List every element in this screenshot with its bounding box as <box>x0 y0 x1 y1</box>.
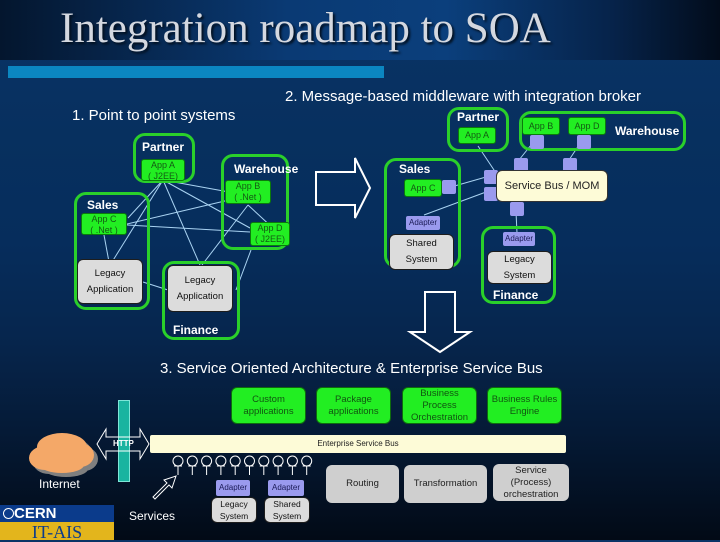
services-label: Services <box>129 509 176 523</box>
cern-logo-text: CERN <box>14 505 57 522</box>
cern-logo: CERN <box>0 505 114 522</box>
shared-line2: System <box>272 511 302 521</box>
shared-system-3[interactable]: Shared System <box>264 497 310 523</box>
service-process-orchestration-box[interactable]: Service (Process) orchestration <box>493 464 569 501</box>
routing-box[interactable]: Routing <box>326 465 399 503</box>
adapter-shared-3: Adapter <box>268 480 304 496</box>
legacy-line2: System <box>219 511 249 521</box>
box-line: Transformation <box>413 478 478 489</box>
adapter-legacy-3: Adapter <box>216 480 250 496</box>
legacy-line1: Legacy <box>220 499 248 509</box>
box-line: (Process) <box>510 476 552 488</box>
shared-line1: Shared <box>273 499 301 509</box>
box-line: orchestration <box>503 488 559 500</box>
transformation-box[interactable]: Transformation <box>404 465 487 503</box>
it-ais-label: IT-AIS <box>0 522 114 542</box>
services-arrow-icon <box>152 475 177 500</box>
cern-logo-icon <box>3 508 14 519</box>
box-line: Routing <box>346 478 379 489</box>
box-line: Service <box>515 464 547 476</box>
legacy-system-3[interactable]: Legacy System <box>211 497 257 523</box>
